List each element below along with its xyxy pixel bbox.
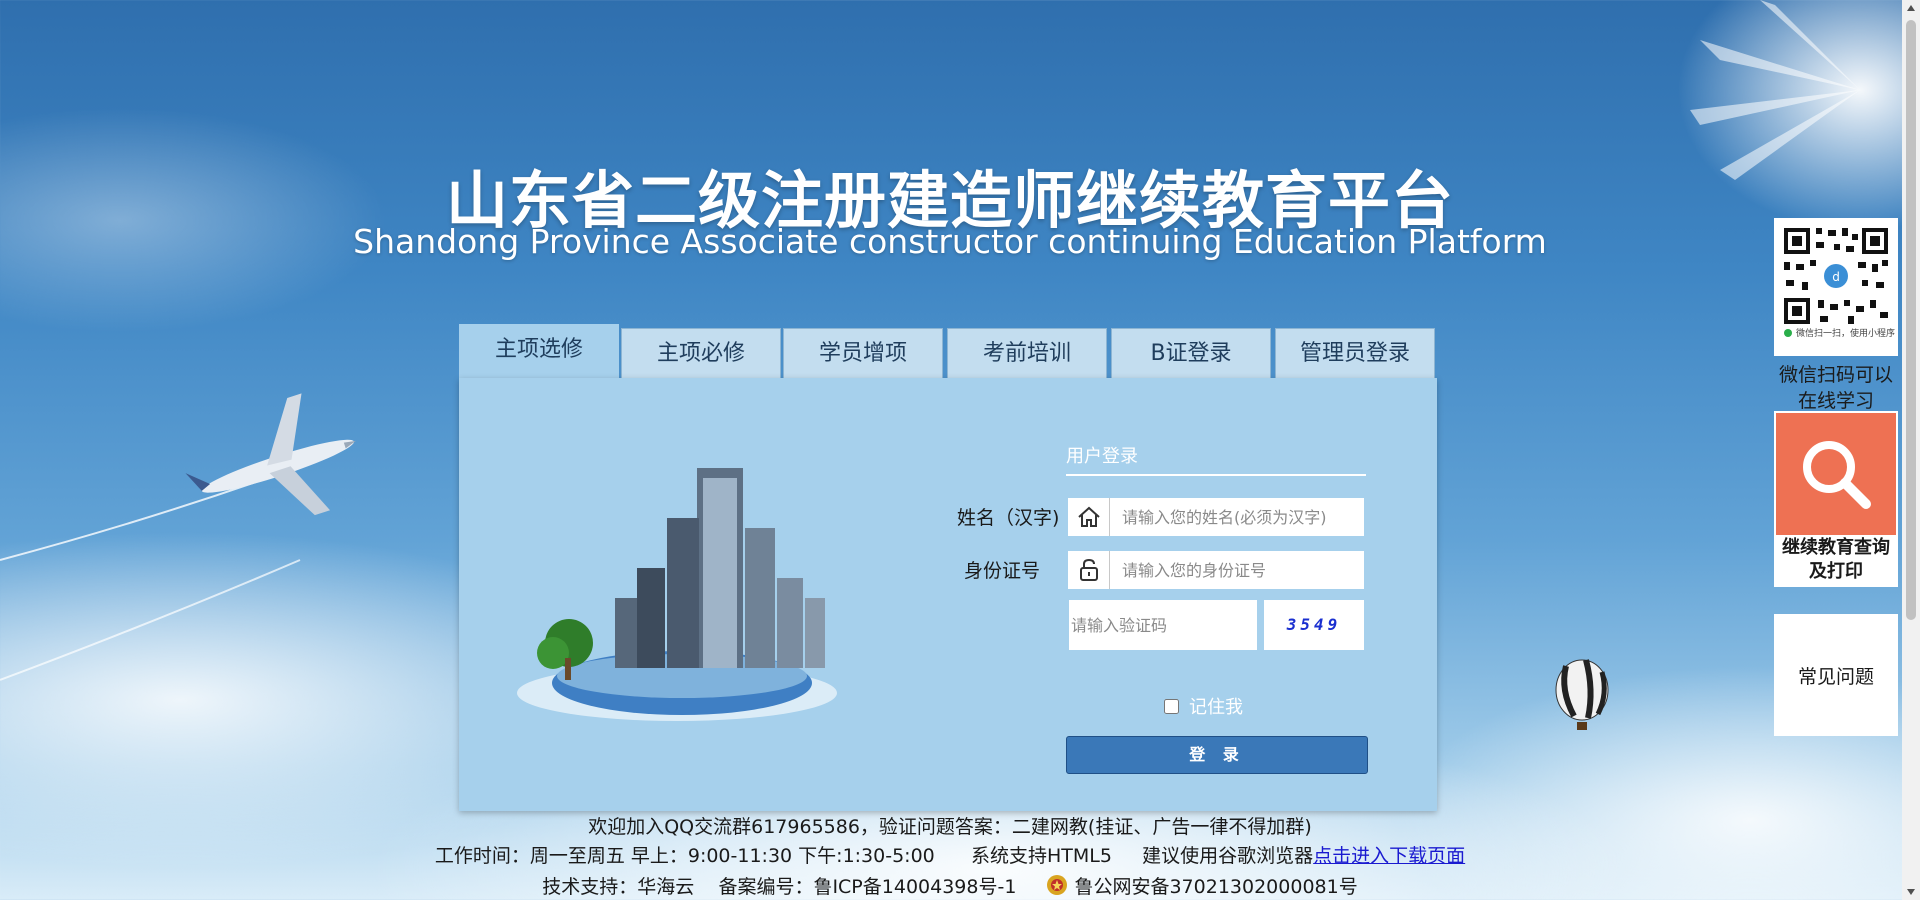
tab-major-required[interactable]: 主项必修 [621, 328, 781, 378]
qr-label: 微信扫码可以在线学习 [1778, 364, 1893, 412]
home-icon [1068, 498, 1110, 536]
qr-code-panel: d 微信扫一扫，使用小程序 [1774, 218, 1898, 356]
tab-b-cert-login[interactable]: B证登录 [1111, 328, 1271, 378]
faq-label[interactable]: 常见问题 [1798, 662, 1874, 689]
footer-police-record: 鲁公网安备37021302000081号 [1074, 876, 1358, 898]
query-print-label[interactable]: 继续教育查询及打印 [1774, 536, 1898, 584]
qr-code-icon: d [1782, 226, 1890, 337]
faq-panel[interactable]: 常见问题 [1774, 614, 1898, 736]
svg-text:d: d [1832, 270, 1840, 284]
captcha-image[interactable]: 3549 [1264, 600, 1364, 650]
page-scrollbar[interactable] [1902, 0, 1920, 900]
scroll-down-arrow-icon[interactable] [1902, 884, 1920, 900]
query-print-tile[interactable] [1776, 413, 1896, 535]
remember-me-label: 记住我 [1189, 697, 1243, 718]
tab-major-elective[interactable]: 主项选修 [459, 324, 619, 378]
footer-qq-group: 欢迎加入QQ交流群617965586，验证问题答案：二建网教(挂证、广告一律不得… [588, 816, 1312, 838]
footer-work-hours-text: 工作时间：周一至周五 早上：9:00-11:30 下午:1:30-5:00 系统… [434, 845, 1314, 867]
remember-me: 记住我 [1164, 693, 1243, 719]
tab-additional-item[interactable]: 学员增项 [783, 328, 943, 378]
captcha-input[interactable] [1069, 600, 1257, 650]
footer-support-text: 技术支持：华海云 备案编号：鲁ICP备14004398号-1 [542, 876, 1017, 898]
id-number-label: 身份证号 [964, 560, 1041, 582]
hot-air-balloon-icon [1555, 659, 1609, 730]
name-label: 姓名（汉字) [957, 507, 1060, 529]
police-badge-icon [1046, 874, 1068, 896]
qr-caption-small: 微信扫一扫，使用小程序 [1796, 329, 1896, 339]
magnifier-icon [1803, 441, 1871, 509]
footer-work-hours: 工作时间：周一至周五 早上：9:00-11:30 下午:1:30-5:00 系统… [0, 841, 1900, 868]
login-panel: 用户登录 姓名（汉字) 身份证号 3549 记住我 登 录 [459, 378, 1437, 811]
id-number-input[interactable] [1110, 551, 1364, 589]
scroll-up-arrow-icon[interactable] [1902, 0, 1920, 16]
login-button[interactable]: 登 录 [1066, 736, 1368, 774]
contrail-2 [0, 559, 301, 681]
lock-icon [1068, 551, 1110, 589]
login-tabs: 主项选修 主项必修 学员增项 考前培训 B证登录 管理员登录 [459, 324, 1437, 378]
tab-admin-login[interactable]: 管理员登录 [1275, 328, 1435, 378]
tab-pre-exam-training[interactable]: 考前培训 [947, 328, 1107, 378]
footer-support: 技术支持：华海云 备案编号：鲁ICP备14004398号-1 鲁公网安备3702… [0, 872, 1900, 899]
download-page-link[interactable]: 点击进入下载页面 [1313, 845, 1465, 867]
name-input[interactable] [1110, 498, 1364, 536]
scroll-thumb[interactable] [1906, 20, 1916, 620]
airplane-icon [185, 393, 356, 516]
city-globe-illustration [517, 468, 837, 721]
remember-me-checkbox[interactable] [1164, 698, 1179, 714]
login-title: 用户登录 [1066, 442, 1366, 476]
page-subtitle: Shandong Province Associate constructor … [353, 222, 1547, 261]
